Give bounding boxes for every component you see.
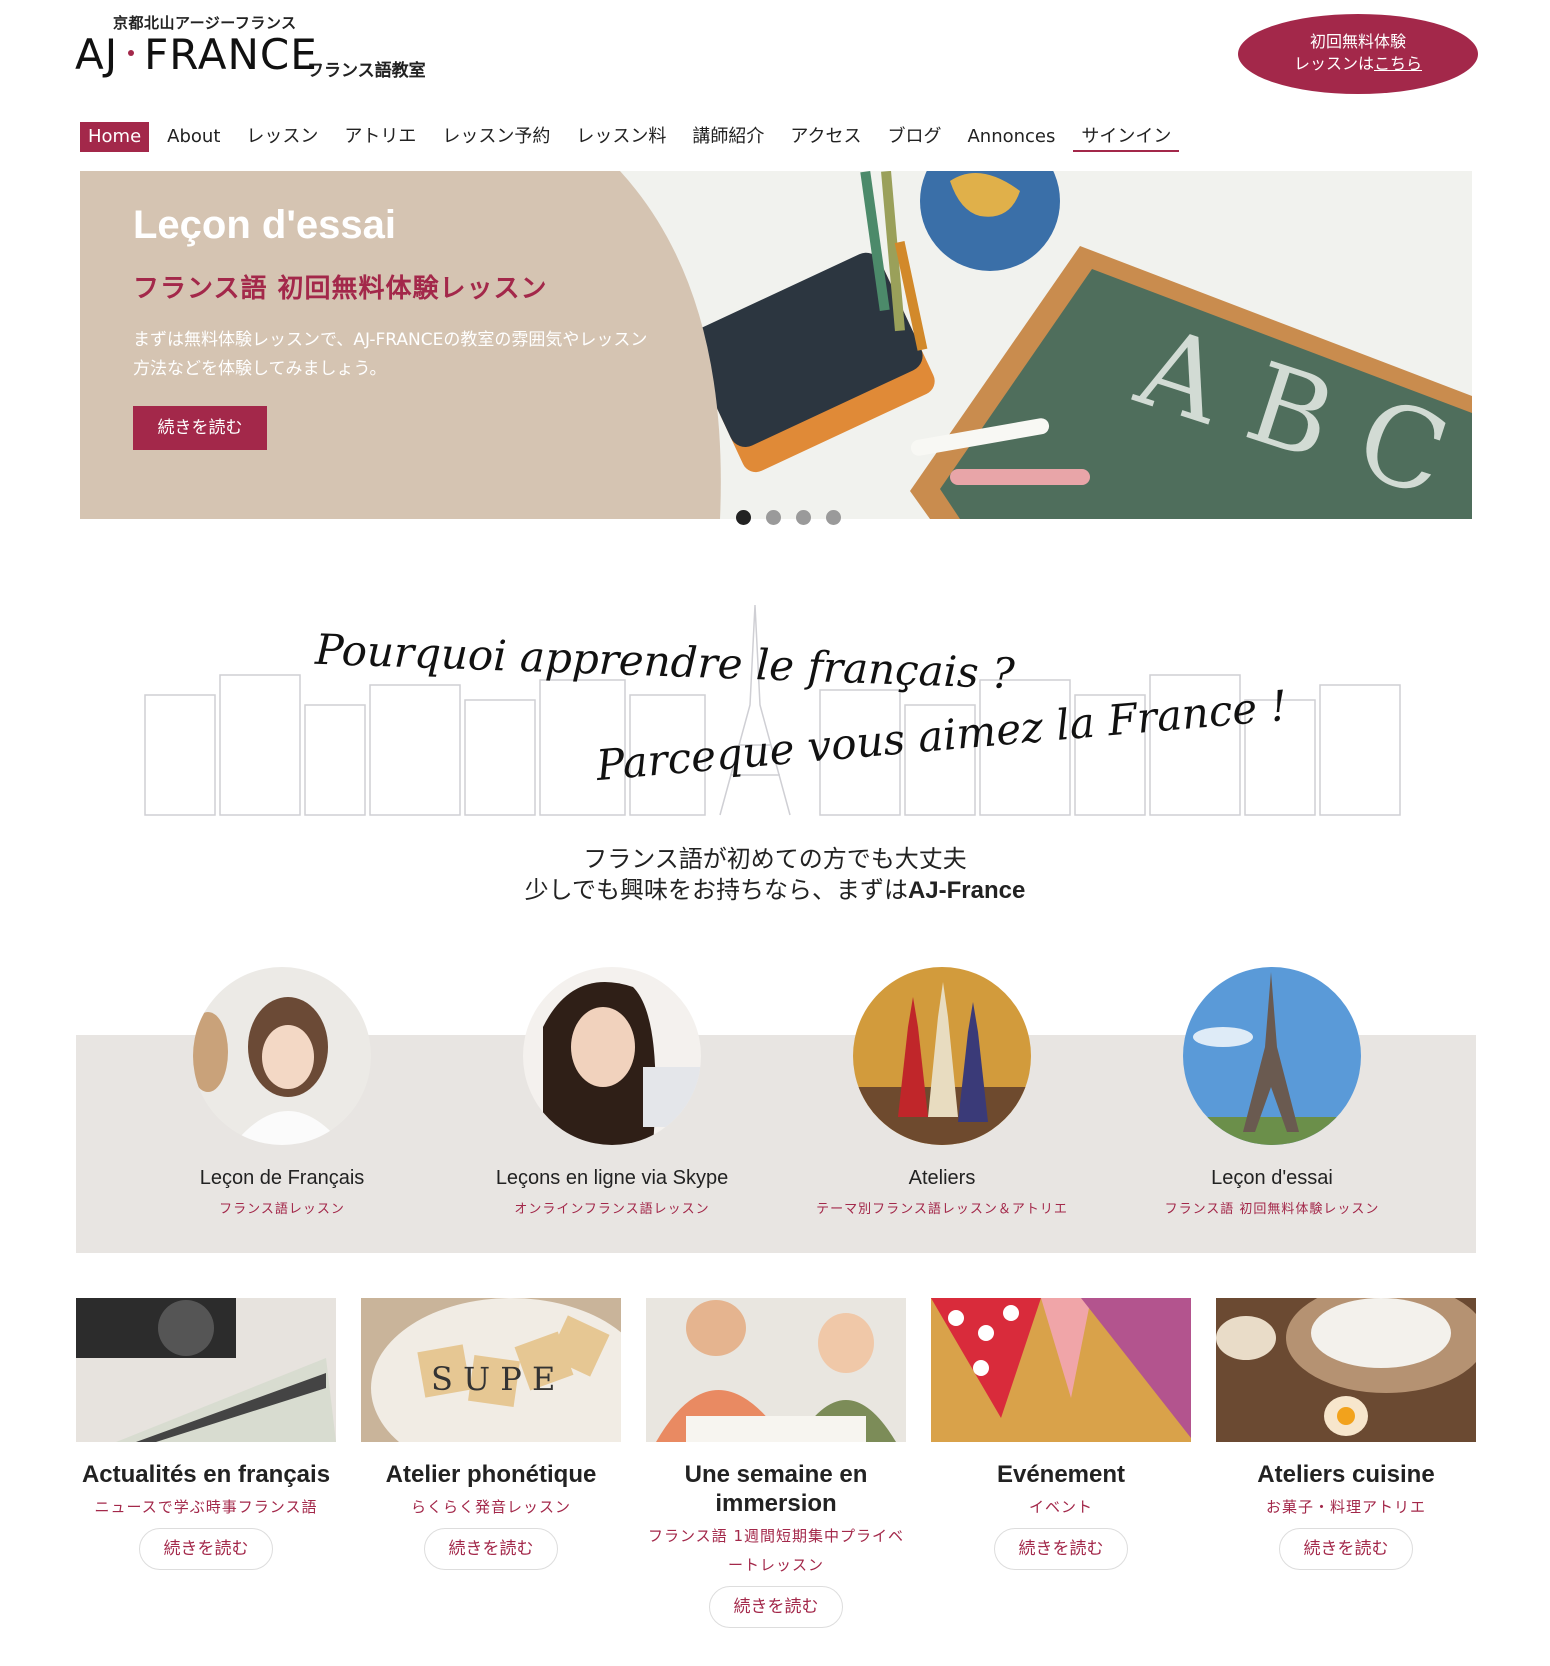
card-subtitle: イベント bbox=[1028, 1498, 1093, 1516]
site-logo[interactable]: 京都北山アージーフランス AJ FRANCE フランス語教室 bbox=[75, 12, 435, 82]
card-subtitle: ニュースで学ぶ時事フランス語 bbox=[94, 1498, 318, 1516]
nav-annonces[interactable]: Annonces bbox=[959, 122, 1063, 152]
card-phonetique: S U P E Atelier phonétique らくらく発音レッスン 続き… bbox=[361, 1298, 651, 1570]
card-title: Atelier phonétique bbox=[385, 1461, 597, 1488]
logo-wordmark: AJ FRANCE bbox=[75, 30, 318, 79]
nav-blog[interactable]: ブログ bbox=[879, 122, 949, 152]
feature-title: Ateliers bbox=[908, 1167, 976, 1189]
card-title: Ateliers cuisine bbox=[1257, 1461, 1435, 1488]
feature-trial-lesson[interactable]: Leçon d'essai フランス語 初回無料体験レッスン bbox=[1107, 967, 1437, 1217]
hero-text: まずは無料体験レッスンで、AJ-FRANCEの教室の雰囲気やレッスン方法などを体… bbox=[133, 330, 648, 379]
hero-title: Leçon d'essai bbox=[133, 203, 396, 247]
main-nav: Home About レッスン アトリエ レッスン予約 レッスン料 講師紹介 ア… bbox=[80, 120, 1189, 154]
logo-dot-icon bbox=[128, 49, 135, 56]
feature-subtitle: フランス語 初回無料体験レッスン bbox=[1164, 1202, 1380, 1217]
card-immersion: Une semaine en immersion フランス語 1週間短期集中プラ… bbox=[646, 1298, 906, 1628]
card-read-more-button[interactable]: 続きを読む bbox=[424, 1528, 558, 1570]
studying-people-photo-icon bbox=[646, 1298, 906, 1442]
baking-photo-icon bbox=[1216, 1283, 1486, 1442]
intro-brand: AJ-France bbox=[907, 877, 1026, 904]
slider-dots bbox=[736, 510, 856, 525]
card-cuisine: Ateliers cuisine お菓子・料理アトリエ 続きを読む bbox=[1216, 1283, 1486, 1570]
card-title: Actualités en français bbox=[81, 1461, 331, 1488]
letter-tiles-text: S U P E bbox=[431, 1360, 555, 1398]
card-read-more-button[interactable]: 続きを読む bbox=[1279, 1528, 1413, 1570]
motto-banner: Pourquoi apprendre le français ? Parcequ… bbox=[140, 585, 1405, 820]
feature-title: Leçon d'essai bbox=[1211, 1167, 1333, 1189]
feature-title: Leçons en ligne via Skype bbox=[495, 1167, 729, 1189]
card-subtitle: フランス語 1週間短期集中プライベートレッスン bbox=[647, 1527, 904, 1574]
eiffel-figurines-photo-icon bbox=[853, 967, 1031, 1145]
logo-subtitle: フランス語教室 bbox=[307, 61, 426, 81]
slider-dot-1[interactable] bbox=[736, 510, 751, 525]
nav-teachers[interactable]: 講師紹介 bbox=[684, 122, 772, 152]
camera-map-photo-icon bbox=[76, 1298, 336, 1442]
nav-access[interactable]: アクセス bbox=[782, 122, 869, 152]
card-read-more-button[interactable]: 続きを読む bbox=[139, 1528, 273, 1570]
bunting-flags-photo-icon bbox=[931, 1298, 1191, 1442]
card-title: Evénement bbox=[996, 1461, 1126, 1488]
free-trial-cta-button[interactable]: 初回無料体験 レッスンはこちら bbox=[1238, 14, 1478, 94]
intro-text: フランス語が初めての方でも大丈夫 少しでも興味をお持ちなら、まずはAJ-Fran… bbox=[0, 844, 1550, 906]
slider-dot-2[interactable] bbox=[766, 510, 781, 525]
letter-tiles-photo-icon: S U P E bbox=[361, 1298, 651, 1478]
slider-dot-3[interactable] bbox=[796, 510, 811, 525]
hero-read-more-button[interactable]: 続きを読む bbox=[133, 406, 267, 450]
nav-signin[interactable]: サインイン bbox=[1073, 122, 1180, 152]
cta-line2: レッスンはこちら bbox=[1293, 54, 1423, 73]
card-title: Une semaine en immersion bbox=[684, 1461, 868, 1517]
feature-title: Leçon de Français bbox=[199, 1167, 365, 1189]
slider-dot-4[interactable] bbox=[826, 510, 841, 525]
cta-link[interactable]: こちら bbox=[1374, 54, 1422, 73]
feature-french-lesson[interactable]: Leçon de Français フランス語レッスン bbox=[117, 967, 447, 1217]
intro-line-2: 少しでも興味をお持ちなら、まずはAJ-France bbox=[524, 876, 1026, 904]
feature-skype-lesson[interactable]: Leçons en ligne via Skype オンラインフランス語レッスン bbox=[447, 967, 777, 1217]
feature-subtitle: フランス語レッスン bbox=[219, 1202, 345, 1217]
nav-about[interactable]: About bbox=[159, 122, 228, 152]
card-subtitle: らくらく発音レッスン bbox=[410, 1498, 571, 1516]
card-read-more-button[interactable]: 続きを読む bbox=[709, 1586, 843, 1628]
hero-slider: A B C Leçon d'essai フランス語 初回無料体験レッスン まずは… bbox=[80, 171, 1472, 519]
students-photo-icon bbox=[188, 967, 371, 1145]
card-actualites: Actualités en français ニュースで学ぶ時事フランス語 続き… bbox=[76, 1298, 336, 1570]
nav-booking[interactable]: レッスン予約 bbox=[434, 122, 558, 152]
woman-laptop-photo-icon bbox=[523, 967, 701, 1145]
feature-subtitle: テーマ別フランス語レッスン＆アトリエ bbox=[816, 1202, 1068, 1217]
feature-ateliers[interactable]: Ateliers テーマ別フランス語レッスン＆アトリエ bbox=[777, 967, 1107, 1217]
nav-atelier[interactable]: アトリエ bbox=[336, 122, 424, 152]
nav-lessons[interactable]: レッスン bbox=[238, 122, 326, 152]
nav-home[interactable]: Home bbox=[80, 122, 150, 152]
cta-line1: 初回無料体験 bbox=[1309, 32, 1406, 51]
eiffel-tower-photo-icon bbox=[1183, 967, 1361, 1145]
feature-subtitle: オンラインフランス語レッスン bbox=[514, 1202, 710, 1217]
hero-subtitle: フランス語 初回無料体験レッスン bbox=[133, 274, 548, 304]
card-evenement: Evénement イベント 続きを読む bbox=[931, 1298, 1191, 1570]
nav-fees[interactable]: レッスン料 bbox=[568, 122, 674, 152]
card-subtitle: お菓子・料理アトリエ bbox=[1265, 1498, 1426, 1516]
card-read-more-button[interactable]: 続きを読む bbox=[994, 1528, 1128, 1570]
intro-line-1: フランス語が初めての方でも大丈夫 bbox=[583, 845, 967, 873]
